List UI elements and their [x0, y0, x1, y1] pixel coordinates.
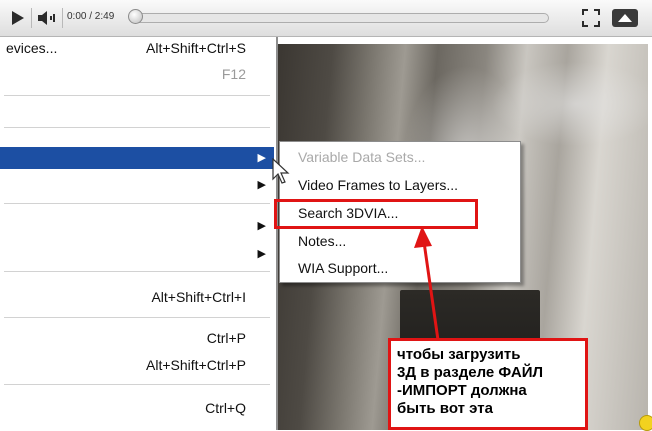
annotation-line: -ИМПОРТ должна [397, 382, 527, 399]
annotation-line: чтобы загрузить [397, 346, 521, 363]
smiley-icon [639, 415, 652, 431]
annotation-line: 3Д в разделе ФАЙЛ [397, 364, 544, 381]
annotation-note: чтобы загрузить 3Д в разделе ФАЙЛ -ИМПОР… [388, 338, 588, 430]
annotation-line: быть вот эта [397, 400, 493, 417]
